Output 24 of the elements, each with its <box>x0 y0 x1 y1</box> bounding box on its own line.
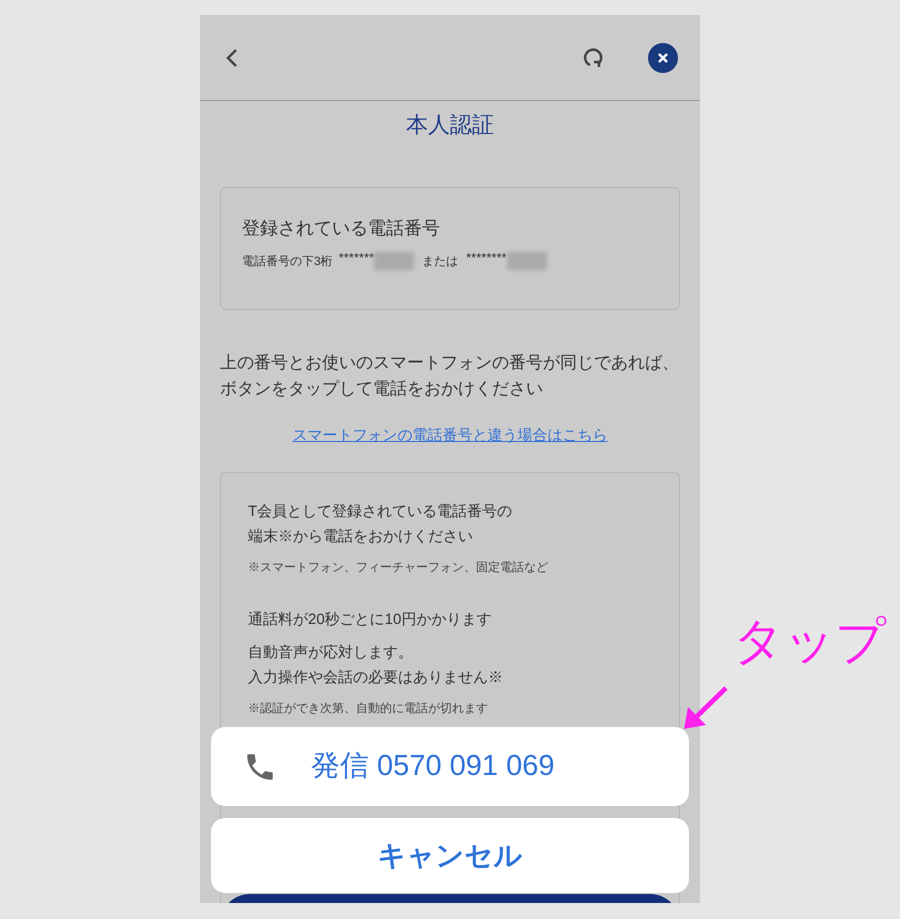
reload-icon[interactable] <box>582 46 604 68</box>
info-text: 入力操作や会話の必要はありません※ <box>248 668 504 688</box>
info-text: 通話料が20秒ごとに10円かかります <box>248 610 492 630</box>
masked-number: ******** <box>466 249 507 268</box>
redaction-mark <box>506 252 547 270</box>
call-button[interactable]: 発信 0570 091 069 <box>211 727 689 806</box>
page-title: 本人認証 <box>405 111 495 139</box>
annotation-text: タップ <box>733 612 886 671</box>
close-icon[interactable] <box>648 42 678 72</box>
note-text: ※スマートフォン、フィーチャーフォン、固定電話など <box>248 559 549 576</box>
note-text: ※認証ができ次第、自動的に電話が切れます <box>248 700 489 717</box>
info-text: 端末※から電話をおかけください <box>248 527 474 547</box>
instruction-text: 上の番号とお使いのスマートフォンの番号が同じであれば、ボタンをタップして電話をおかけください <box>220 352 680 400</box>
separator-text: または <box>422 253 458 270</box>
phone-label: 電話番号の下3桁 <box>242 253 333 270</box>
masked-number: ******* <box>338 249 374 268</box>
card-heading: 登録されている電話番号 <box>242 217 441 240</box>
annotation-arrow <box>682 685 730 731</box>
cancel-button[interactable]: キャンセル <box>211 818 689 893</box>
info-text: T会員として登録されている電話番号の <box>248 502 514 522</box>
redaction-mark <box>374 252 414 270</box>
info-text: 自動音声が応対します。 <box>248 643 414 663</box>
back-icon[interactable] <box>226 48 238 68</box>
different-number-link[interactable]: スマートフォンの電話番号と違う場合はこちら <box>292 427 608 444</box>
